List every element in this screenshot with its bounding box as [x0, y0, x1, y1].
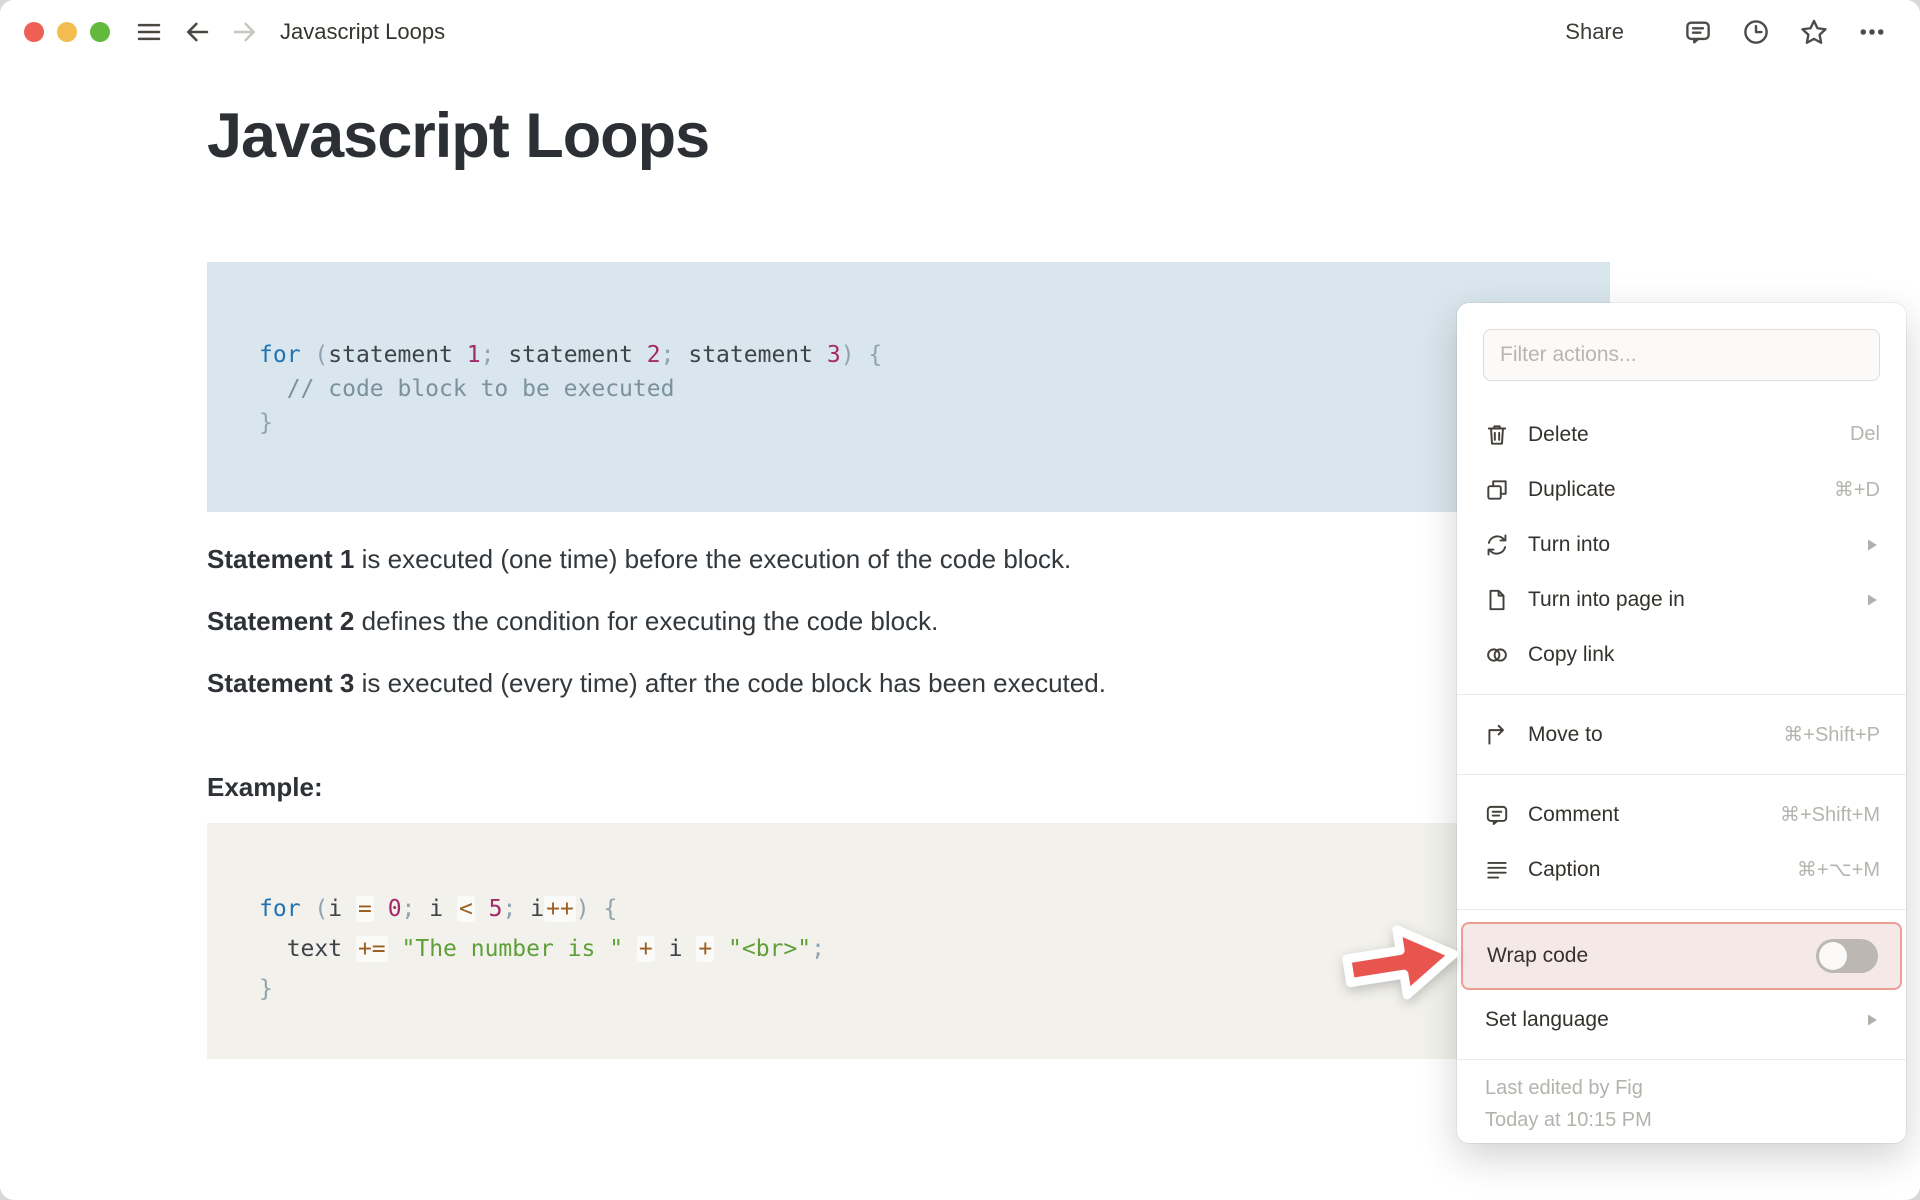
close-window-button[interactable] — [24, 22, 44, 42]
code-line: text += "The number is " + i + "<br>"; — [259, 936, 825, 962]
menu-item-label: Wrap code — [1487, 944, 1589, 967]
code-block-syntax[interactable]: for (statement 1; statement 2; statement… — [207, 262, 1610, 512]
duplicate-icon — [1483, 476, 1510, 503]
menu-item-duplicate[interactable]: Duplicate ⌘+D — [1457, 462, 1906, 517]
more-options-button[interactable] — [1854, 14, 1890, 50]
comment-icon — [1483, 801, 1510, 828]
menu-item-turn-into-page-in[interactable]: Turn into page in — [1457, 572, 1906, 627]
menu-divider — [1457, 774, 1906, 775]
menu-divider — [1457, 694, 1906, 695]
menu-item-label: Turn into page in — [1528, 587, 1685, 611]
code-line: for (statement 1; statement 2; statement… — [259, 342, 883, 368]
submenu-arrow-icon — [1864, 592, 1880, 608]
menu-item-label: Caption — [1528, 857, 1601, 881]
menu-divider — [1457, 1059, 1906, 1060]
nav-forward-button[interactable] — [228, 15, 262, 49]
comments-button[interactable] — [1680, 14, 1716, 50]
shortcut-hint: Del — [1849, 423, 1880, 445]
menu-meta-last-edited-by-fig: Last edited by Fig — [1485, 1076, 1643, 1099]
menu-item-caption[interactable]: Caption ⌘+⌥+M — [1457, 842, 1906, 897]
menu-item-set-language[interactable]: Set language — [1457, 992, 1906, 1047]
code-block-example[interactable]: for (i = 0; i < 5; i++) { text += "The n… — [207, 823, 1610, 1059]
menu-item-label: Comment — [1528, 802, 1620, 826]
shortcut-hint: ⌘+⌥+M — [1796, 859, 1880, 881]
ellipsis-icon — [1860, 29, 1884, 35]
page-icon — [1483, 586, 1510, 613]
menu-item-copy-link[interactable]: Copy link — [1457, 627, 1906, 682]
page-title: Javascript Loops — [207, 101, 710, 171]
share-button[interactable]: Share — [1565, 19, 1624, 45]
code-line: // code block to be executed — [286, 376, 675, 402]
code-line: } — [259, 976, 273, 1002]
menu-item-label: Turn into — [1528, 532, 1611, 556]
menu-divider — [1457, 909, 1906, 910]
trash-icon — [1483, 421, 1510, 448]
zoom-window-button[interactable] — [90, 22, 110, 42]
menu-meta-today-at-10-15-pm: Today at 10:15 PM — [1485, 1108, 1652, 1131]
menu-item-wrap-code[interactable]: Wrap code — [1461, 922, 1902, 990]
arrow-left-icon — [187, 22, 209, 42]
favorite-button[interactable] — [1796, 14, 1832, 50]
menu-item-label: Duplicate — [1528, 477, 1616, 501]
move-to-icon — [1483, 721, 1510, 748]
window-controls — [24, 22, 110, 42]
clock-icon — [1744, 20, 1768, 44]
sidebar-menu-button[interactable] — [132, 15, 166, 49]
submenu-arrow-icon — [1864, 1012, 1880, 1028]
shortcut-hint: ⌘+Shift+P — [1783, 724, 1880, 746]
shortcut-hint: ⌘+Shift+M — [1779, 804, 1880, 826]
menu-item-label: Copy link — [1528, 642, 1615, 666]
menu-item-turn-into[interactable]: Turn into — [1457, 517, 1906, 572]
menu-item-comment[interactable]: Comment ⌘+Shift+M — [1457, 787, 1906, 842]
minimize-window-button[interactable] — [57, 22, 77, 42]
hamburger-icon — [137, 23, 161, 41]
arrow-right-icon — [233, 22, 255, 42]
menu-item-label: Move to — [1528, 722, 1603, 746]
menu-item-label: Set language — [1485, 1007, 1609, 1031]
breadcrumb-title: Javascript Loops — [280, 19, 446, 44]
comment-bubble-icon — [1686, 21, 1710, 44]
block-actions-menu: Delete Del Duplicate ⌘+D Turn into Turn into … — [1457, 303, 1906, 1143]
turn-into-icon — [1483, 531, 1510, 558]
nav-back-button[interactable] — [180, 15, 214, 49]
menu-item-label: Delete — [1528, 422, 1589, 446]
code-line: } — [259, 410, 273, 436]
code-line: for (i = 0; i < 5; i++) { — [259, 896, 618, 922]
wrap-code-toggle[interactable] — [1816, 939, 1878, 973]
shortcut-hint: ⌘+D — [1833, 479, 1880, 501]
submenu-arrow-icon — [1864, 537, 1880, 553]
history-button[interactable] — [1738, 14, 1774, 50]
menu-item-move-to[interactable]: Move to ⌘+Shift+P — [1457, 707, 1906, 762]
menu-item-delete[interactable]: Delete Del — [1457, 407, 1906, 462]
top-bar: Javascript Loops Share — [0, 0, 1920, 64]
caption-icon — [1483, 856, 1510, 883]
filter-actions-input[interactable] — [1483, 329, 1880, 381]
star-icon — [1801, 19, 1827, 44]
app-window: Javascript Loops Share Javascript Loops … — [0, 0, 1920, 1200]
copy-link-icon — [1483, 641, 1510, 668]
